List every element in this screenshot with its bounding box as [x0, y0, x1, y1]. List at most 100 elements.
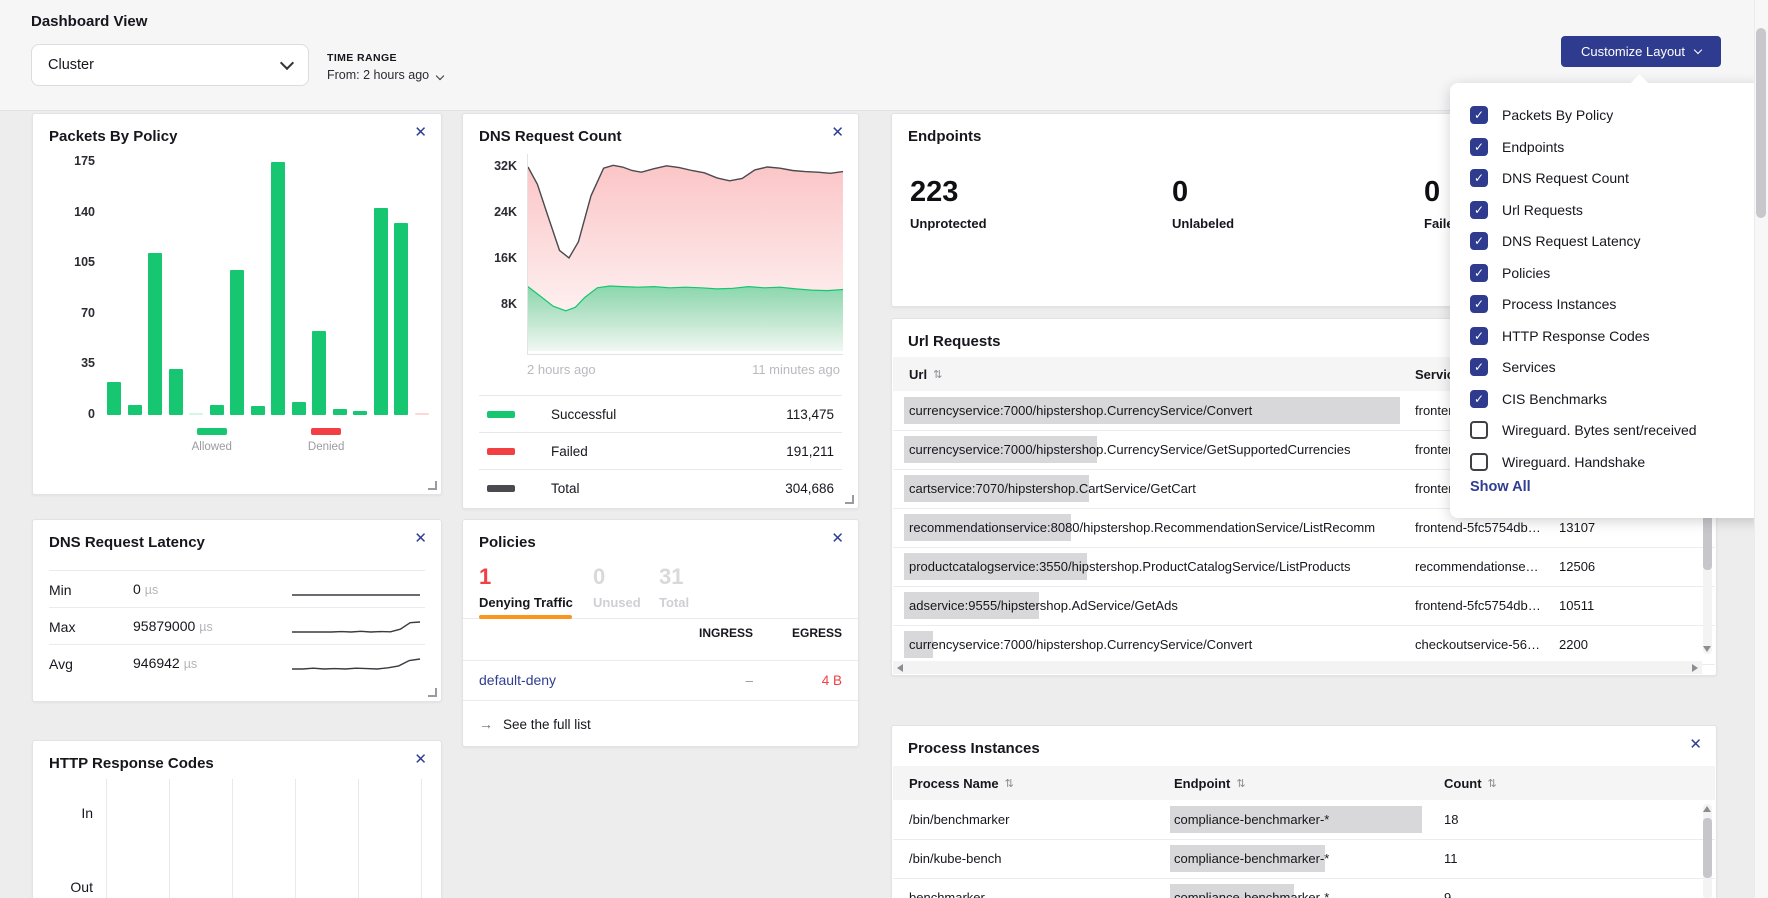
menu-item[interactable]: Wireguard. Handshake [1470, 446, 1645, 478]
menu-item[interactable]: ✓HTTP Response Codes [1470, 320, 1650, 352]
count-cell: 2200 [1559, 625, 1588, 664]
table-row[interactable]: productcatalogservice:3550/hipstershop.P… [893, 547, 1715, 587]
column-header-ingress[interactable]: INGRESS [663, 626, 753, 640]
menu-item[interactable]: ✓CIS Benchmarks [1470, 383, 1607, 415]
scroll-right-icon[interactable] [1692, 664, 1698, 672]
bar [169, 369, 183, 415]
latency-value-wrap: 946942µs [133, 655, 197, 673]
checkbox-unchecked-icon[interactable] [1470, 453, 1488, 471]
close-icon[interactable]: ✕ [414, 531, 427, 546]
checkbox-checked-icon[interactable]: ✓ [1470, 327, 1488, 345]
menu-item[interactable]: ✓Endpoints [1470, 131, 1564, 163]
latency-metric-label: Avg [49, 656, 133, 672]
y-tick-label: 24K [481, 205, 517, 219]
grid-line [232, 779, 233, 898]
column-header-url[interactable]: Url⇅ [909, 357, 942, 391]
resize-handle-icon[interactable] [845, 495, 854, 504]
column-header-count[interactable]: Count⇅ [1444, 766, 1497, 800]
checkbox-checked-icon[interactable]: ✓ [1470, 232, 1488, 250]
url-cell: currencyservice:7000/hipstershop.Currenc… [909, 430, 1351, 469]
card-title: Policies [479, 534, 536, 551]
checkbox-checked-icon[interactable]: ✓ [1470, 138, 1488, 156]
active-tab-underline [479, 615, 572, 619]
legend-value: 191,211 [786, 444, 834, 459]
stat-label: Unlabeled [1172, 216, 1234, 231]
column-header-egress[interactable]: EGRESS [762, 626, 842, 640]
view-selector[interactable]: Cluster [31, 44, 309, 86]
checkbox-checked-icon[interactable]: ✓ [1470, 106, 1488, 124]
scroll-down-icon[interactable] [1703, 646, 1711, 652]
sort-icon[interactable]: ⇅ [1005, 777, 1014, 790]
resize-handle-icon[interactable] [428, 688, 437, 697]
close-icon[interactable]: ✕ [831, 531, 844, 546]
endpoint-cell: compliance-benchmarker-* [1174, 878, 1329, 898]
card-title: Packets By Policy [49, 128, 177, 145]
stat-value: 0 [1172, 176, 1234, 209]
page-scrollbar[interactable] [1754, 0, 1768, 898]
close-icon[interactable]: ✕ [414, 752, 427, 767]
latency-metric-label: Min [49, 582, 133, 598]
close-icon[interactable]: ✕ [1689, 737, 1702, 752]
checkbox-checked-icon[interactable]: ✓ [1470, 201, 1488, 219]
menu-item[interactable]: ✓Url Requests [1470, 194, 1583, 226]
checkbox-checked-icon[interactable]: ✓ [1470, 295, 1488, 313]
customize-layout-button[interactable]: Customize Layout [1561, 36, 1721, 67]
scroll-left-icon[interactable] [897, 664, 903, 672]
table-row[interactable]: benchmarkercompliance-benchmarker-*9 [893, 878, 1715, 898]
checkbox-unchecked-icon[interactable] [1470, 421, 1488, 439]
table-row[interactable]: adservice:9555/hipstershop.AdService/Get… [893, 586, 1715, 626]
bar [210, 405, 224, 415]
customize-layout-menu: ✓Packets By Policy✓Endpoints✓DNS Request… [1450, 83, 1765, 518]
url-cell: productcatalogservice:3550/hipstershop.P… [909, 547, 1351, 586]
menu-item[interactable]: ✓DNS Request Count [1470, 162, 1629, 194]
policies-tab[interactable]: 0Unused [593, 564, 641, 610]
resize-handle-icon[interactable] [428, 481, 437, 490]
column-header-endpoint[interactable]: Endpoint⇅ [1174, 766, 1246, 800]
latency-value: 946942 [133, 655, 180, 671]
y-tick-label: 8K [481, 297, 517, 311]
menu-item[interactable]: ✓Packets By Policy [1470, 99, 1613, 131]
menu-item[interactable]: ✓DNS Request Latency [1470, 225, 1641, 257]
bar [292, 402, 306, 415]
view-selector-value: Cluster [48, 57, 94, 73]
stat-label: Unprotected [910, 216, 987, 231]
policy-row[interactable]: default-deny – 4 B [463, 660, 858, 700]
sort-icon[interactable]: ⇅ [933, 368, 942, 381]
chevron-down-icon [1694, 45, 1702, 53]
scroll-up-icon[interactable] [1703, 806, 1711, 812]
vertical-scrollbar[interactable] [1703, 804, 1712, 898]
checkbox-checked-icon[interactable]: ✓ [1470, 264, 1488, 282]
menu-item[interactable]: ✓Services [1470, 351, 1556, 383]
show-all-link[interactable]: Show All [1470, 479, 1531, 495]
service-cell: recommendationse… [1415, 547, 1547, 586]
sort-icon[interactable]: ⇅ [1488, 777, 1497, 790]
grid-line [358, 779, 359, 898]
table-row[interactable]: /bin/benchmarkercompliance-benchmarker-*… [893, 800, 1715, 840]
menu-item[interactable]: ✓Process Instances [1470, 288, 1616, 320]
table-row[interactable]: /bin/kube-benchcompliance-benchmarker-*1… [893, 839, 1715, 879]
checkbox-checked-icon[interactable]: ✓ [1470, 358, 1488, 376]
table-row[interactable]: currencyservice:7000/hipstershop.Currenc… [893, 625, 1715, 665]
bar [333, 409, 347, 415]
bar [415, 413, 429, 415]
url-cell: recommendationservice:8080/hipstershop.R… [909, 508, 1375, 547]
url-cell: currencyservice:7000/hipstershop.Currenc… [909, 625, 1252, 664]
scrollbar-thumb[interactable] [1703, 818, 1712, 878]
close-icon[interactable]: ✕ [831, 125, 844, 140]
checkbox-checked-icon[interactable]: ✓ [1470, 169, 1488, 187]
checkbox-checked-icon[interactable]: ✓ [1470, 390, 1488, 408]
grid-line [421, 779, 422, 898]
menu-item[interactable]: Wireguard. Bytes sent/received [1470, 414, 1697, 446]
menu-item[interactable]: ✓Policies [1470, 257, 1550, 289]
close-icon[interactable]: ✕ [414, 125, 427, 140]
scrollbar-thumb[interactable] [1756, 28, 1766, 218]
column-header-process-name[interactable]: Process Name⇅ [909, 766, 1014, 800]
sort-icon[interactable]: ⇅ [1236, 777, 1245, 790]
policies-tab[interactable]: 31Total [659, 564, 689, 610]
time-range-value[interactable]: From: 2 hours ago [327, 68, 443, 82]
area-chart [527, 154, 843, 355]
time-range-control[interactable]: TIME RANGE From: 2 hours ago [327, 52, 443, 82]
policies-tab[interactable]: 1Denying Traffic [479, 564, 573, 610]
see-full-list-link[interactable]: → See the full list [479, 716, 591, 732]
policy-name-link[interactable]: default-deny [479, 672, 556, 688]
